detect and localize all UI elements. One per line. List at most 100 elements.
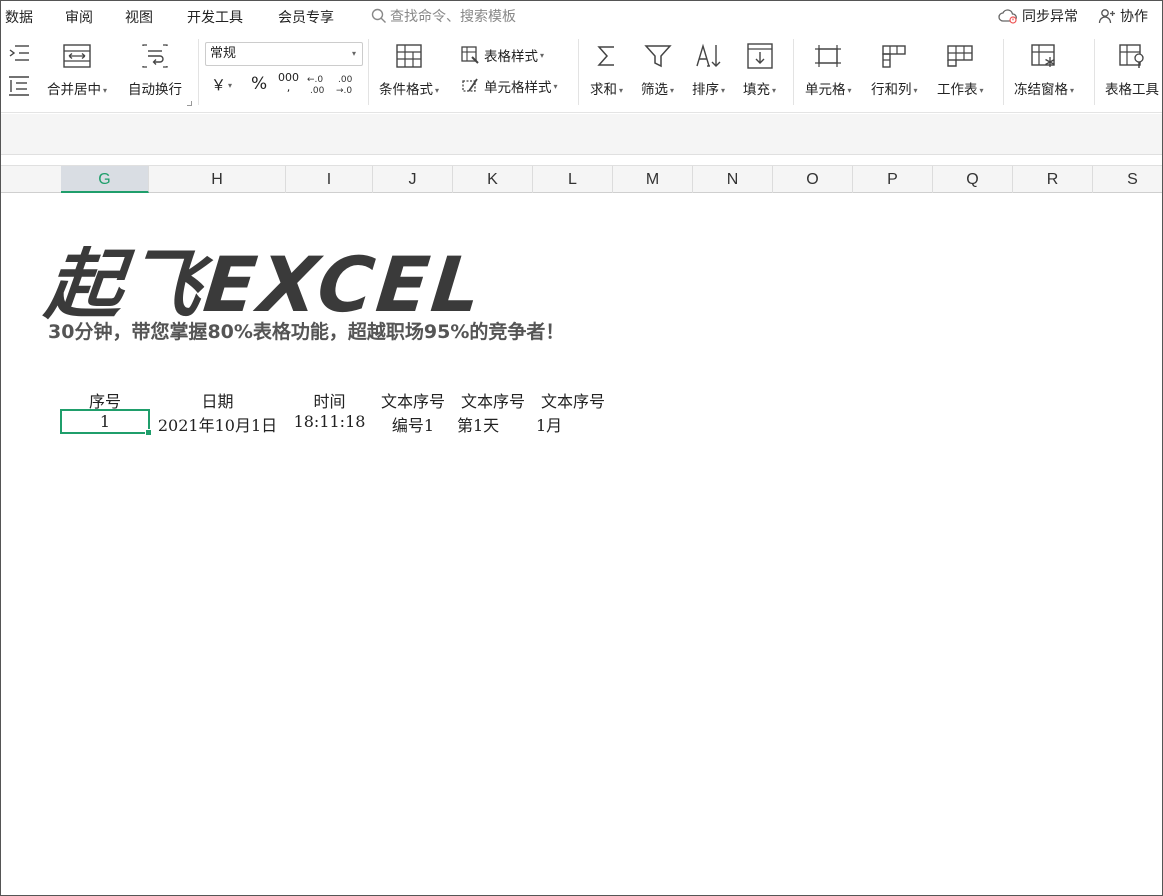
column-header-m[interactable]: M xyxy=(613,166,693,193)
table-header-text-index[interactable]: 文本序号 xyxy=(373,388,453,412)
cell-text-index-1[interactable]: 编号1 xyxy=(373,412,453,436)
thousands-icon: 000 xyxy=(278,71,299,84)
row-column-label: 行和列 xyxy=(871,82,912,98)
sort-icon xyxy=(695,43,720,67)
table-header-text-index[interactable]: 文本序号 xyxy=(453,388,533,412)
cell-label: 单元格 xyxy=(805,82,846,98)
filter-button[interactable]: 筛选 ▾ xyxy=(641,40,674,98)
menu-review[interactable]: 审阅 xyxy=(65,7,93,27)
conditional-format-button[interactable]: 条件格式 ▾ xyxy=(379,40,439,98)
cell-text-index-3[interactable]: 1月 xyxy=(533,412,613,436)
table-tools-button[interactable]: 表格工具 xyxy=(1105,40,1159,98)
table-style-icon xyxy=(461,46,479,64)
percent-format-button[interactable]: % xyxy=(251,74,267,94)
cell-time[interactable]: 18:11:18 xyxy=(286,412,373,431)
ribbon-separator xyxy=(1003,39,1004,105)
search-placeholder: 查找命令、搜索模板 xyxy=(390,9,516,25)
table-style-button[interactable]: 表格样式 ▾ xyxy=(460,45,544,65)
thousands-separator-button[interactable]: 000, xyxy=(278,71,299,93)
cell-index[interactable]: 1 xyxy=(61,412,149,431)
sum-button[interactable]: 求和 ▾ xyxy=(590,40,623,98)
merge-center-button[interactable]: 合并居中 ▾ xyxy=(47,40,107,98)
column-header-j[interactable]: J xyxy=(373,166,453,193)
svg-text:→.0: →.0 xyxy=(336,86,352,95)
command-search[interactable]: 查找命令、搜索模板 xyxy=(371,6,516,26)
cell-text-index-2[interactable]: 第1天 xyxy=(453,412,533,436)
svg-text:←.0: ←.0 xyxy=(307,75,323,85)
worksheet-button[interactable]: 工作表 ▾ xyxy=(937,40,984,98)
column-header-bar: G H I J K L M N O P Q R S xyxy=(1,165,1162,193)
filter-label: 筛选 xyxy=(641,82,668,98)
sum-label: 求和 xyxy=(590,82,617,98)
column-header-n[interactable]: N xyxy=(693,166,773,193)
ribbon-toolbar: 合并居中 ▾ 自动换行 常规 ▾ ￥ ▾ % 000, ←.0.00 .00 →.0 … xyxy=(1,31,1162,113)
conditional-format-label: 条件格式 xyxy=(379,82,433,98)
sigma-icon xyxy=(596,46,614,66)
cell-icon xyxy=(815,45,842,67)
column-header-k[interactable]: K xyxy=(453,166,533,193)
decrease-decimal-icon[interactable]: .00→.0 xyxy=(335,73,359,95)
filter-icon xyxy=(643,45,672,68)
freeze-panes-button[interactable]: 冻结窗格 ▾ xyxy=(1014,40,1074,98)
wrap-text-icon xyxy=(142,44,168,68)
column-header-q[interactable]: Q xyxy=(933,166,1013,193)
ribbon-separator xyxy=(793,39,794,105)
menu-view[interactable]: 视图 xyxy=(125,7,153,27)
ribbon-separator xyxy=(368,39,369,105)
fill-button[interactable]: 填充 ▾ xyxy=(743,40,776,98)
merge-cells-icon xyxy=(63,44,91,68)
freeze-panes-icon xyxy=(1031,44,1055,67)
menu-member[interactable]: 会员专享 xyxy=(278,7,334,27)
row-column-button[interactable]: 行和列 ▾ xyxy=(871,40,918,98)
column-header-s[interactable]: S xyxy=(1093,166,1162,193)
cell-date[interactable]: 2021年10月1日 xyxy=(149,412,286,436)
increase-decimal-icon[interactable]: ←.0.00 xyxy=(306,73,330,95)
column-header-l[interactable]: L xyxy=(533,166,613,193)
fill-down-icon xyxy=(746,43,773,69)
cloud-warning-icon xyxy=(998,9,1017,24)
sort-button[interactable]: 排序 ▾ xyxy=(692,40,725,98)
worksheet-label: 工作表 xyxy=(937,82,978,98)
collaborate-label: 协作 xyxy=(1120,9,1148,25)
cell-button[interactable]: 单元格 ▾ xyxy=(805,40,852,98)
table-header-date[interactable]: 日期 xyxy=(149,388,286,412)
search-icon xyxy=(371,8,386,23)
column-header-h[interactable]: H xyxy=(149,166,286,193)
currency-format-button[interactable]: ￥ ▾ xyxy=(211,74,232,95)
column-header-o[interactable]: O xyxy=(773,166,853,193)
alignment-dialog-launcher[interactable] xyxy=(187,101,192,106)
formula-bar-area xyxy=(1,114,1162,155)
menu-developer[interactable]: 开发工具 xyxy=(187,7,243,27)
cell-style-icon xyxy=(462,78,478,92)
table-tools-icon xyxy=(1119,44,1144,68)
menu-data[interactable]: 数据 xyxy=(5,7,33,27)
column-header-r[interactable]: R xyxy=(1013,166,1093,193)
number-format-value: 常规 xyxy=(210,46,237,61)
cell-style-label: 单元格样式 xyxy=(484,80,552,96)
column-header-g[interactable]: G xyxy=(61,166,149,193)
merge-center-label: 合并居中 xyxy=(47,82,101,98)
svg-text:.00: .00 xyxy=(310,86,325,95)
user-add-icon xyxy=(1098,9,1115,24)
wrap-text-label: 自动换行 xyxy=(128,82,182,98)
collaborate-button[interactable]: 协作 xyxy=(1098,6,1148,26)
column-header-p[interactable]: P xyxy=(853,166,933,193)
sync-status-button[interactable]: 同步异常 xyxy=(998,6,1078,26)
table-header-time[interactable]: 时间 xyxy=(286,388,373,412)
banner-tagline: 30分钟，带您掌握80%表格功能，超越职场95%的竞争者！ xyxy=(48,321,565,343)
table-style-label: 表格样式 xyxy=(484,49,538,65)
currency-icon: ￥ xyxy=(211,76,227,94)
wrap-text-button[interactable]: 自动换行 xyxy=(128,40,182,98)
table-tools-label: 表格工具 xyxy=(1105,82,1159,98)
line-spacing-icon[interactable] xyxy=(7,75,31,97)
number-format-select[interactable]: 常规 ▾ xyxy=(205,42,363,66)
indent-icon[interactable] xyxy=(7,43,31,63)
sort-label: 排序 xyxy=(692,82,719,98)
column-header-i[interactable]: I xyxy=(286,166,373,193)
cell-style-button[interactable]: 单元格样式 ▾ xyxy=(460,76,558,96)
table-header-text-index[interactable]: 文本序号 xyxy=(533,388,613,412)
row-column-icon xyxy=(882,45,906,68)
svg-text:.00: .00 xyxy=(338,75,353,85)
worksheet-icon xyxy=(947,45,973,67)
freeze-panes-label: 冻结窗格 xyxy=(1014,82,1068,98)
